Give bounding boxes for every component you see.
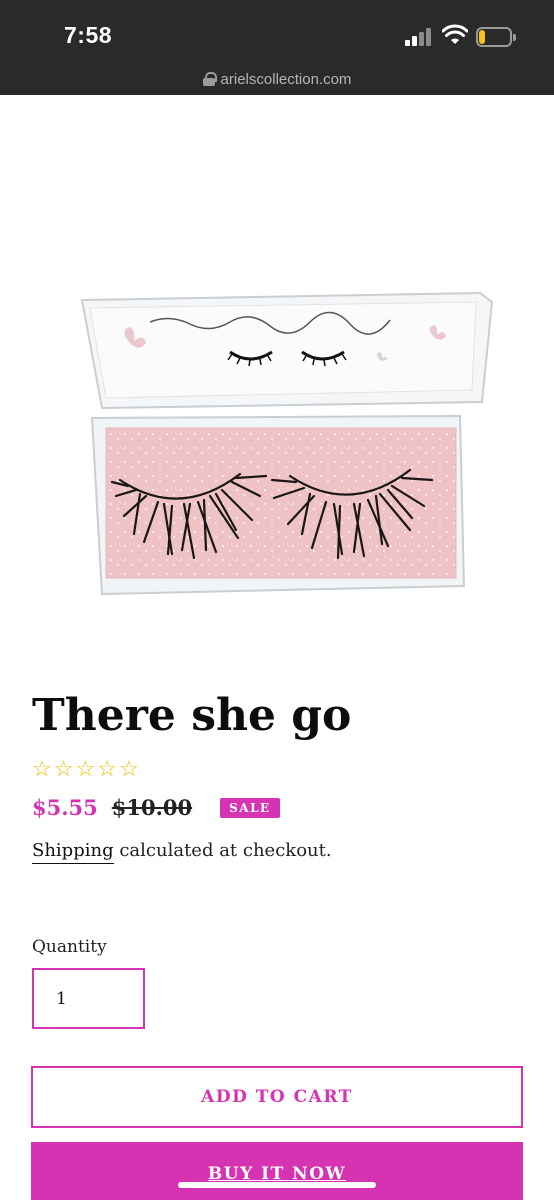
shipping-text: calculated at checkout. [113,840,332,861]
shipping-link[interactable]: Shipping [32,840,114,864]
quantity-input[interactable] [32,968,145,1029]
quantity-label: Quantity [32,937,107,957]
regular-price: $10.00 [111,795,193,820]
star-icon: ☆ [97,757,117,782]
star-icon: ☆ [118,757,139,782]
home-indicator[interactable] [178,1182,376,1188]
browser-top-bar: 7:58 arielscollection.com [0,0,554,95]
add-to-cart-button[interactable]: ADD TO CART [31,1066,523,1128]
url-text: arielscollection.com [220,70,352,88]
battery-low-icon [476,27,516,47]
star-icon: ☆ [53,757,74,782]
address-bar[interactable]: arielscollection.com [0,64,554,94]
status-time: 7:58 [64,22,113,48]
star-rating[interactable]: ☆ ☆ ☆ ☆ ☆ [32,756,139,784]
price-row: $5.55 $10.00 SALE [32,795,280,820]
lock-icon [202,72,217,86]
product-image[interactable] [80,290,500,600]
sale-badge: SALE [220,797,280,818]
star-icon: ☆ [32,757,52,782]
product-title: There she go [32,690,352,741]
star-icon: ☆ [75,757,96,782]
buy-it-now-label: BUY IT NOW [207,1164,347,1184]
wifi-icon [442,24,468,44]
buy-it-now-button[interactable]: BUY IT NOW [31,1142,523,1200]
cellular-signal-icon [405,28,433,46]
shipping-note: Shipping calculated at checkout. [32,840,332,864]
sale-price: $5.55 [32,795,98,820]
